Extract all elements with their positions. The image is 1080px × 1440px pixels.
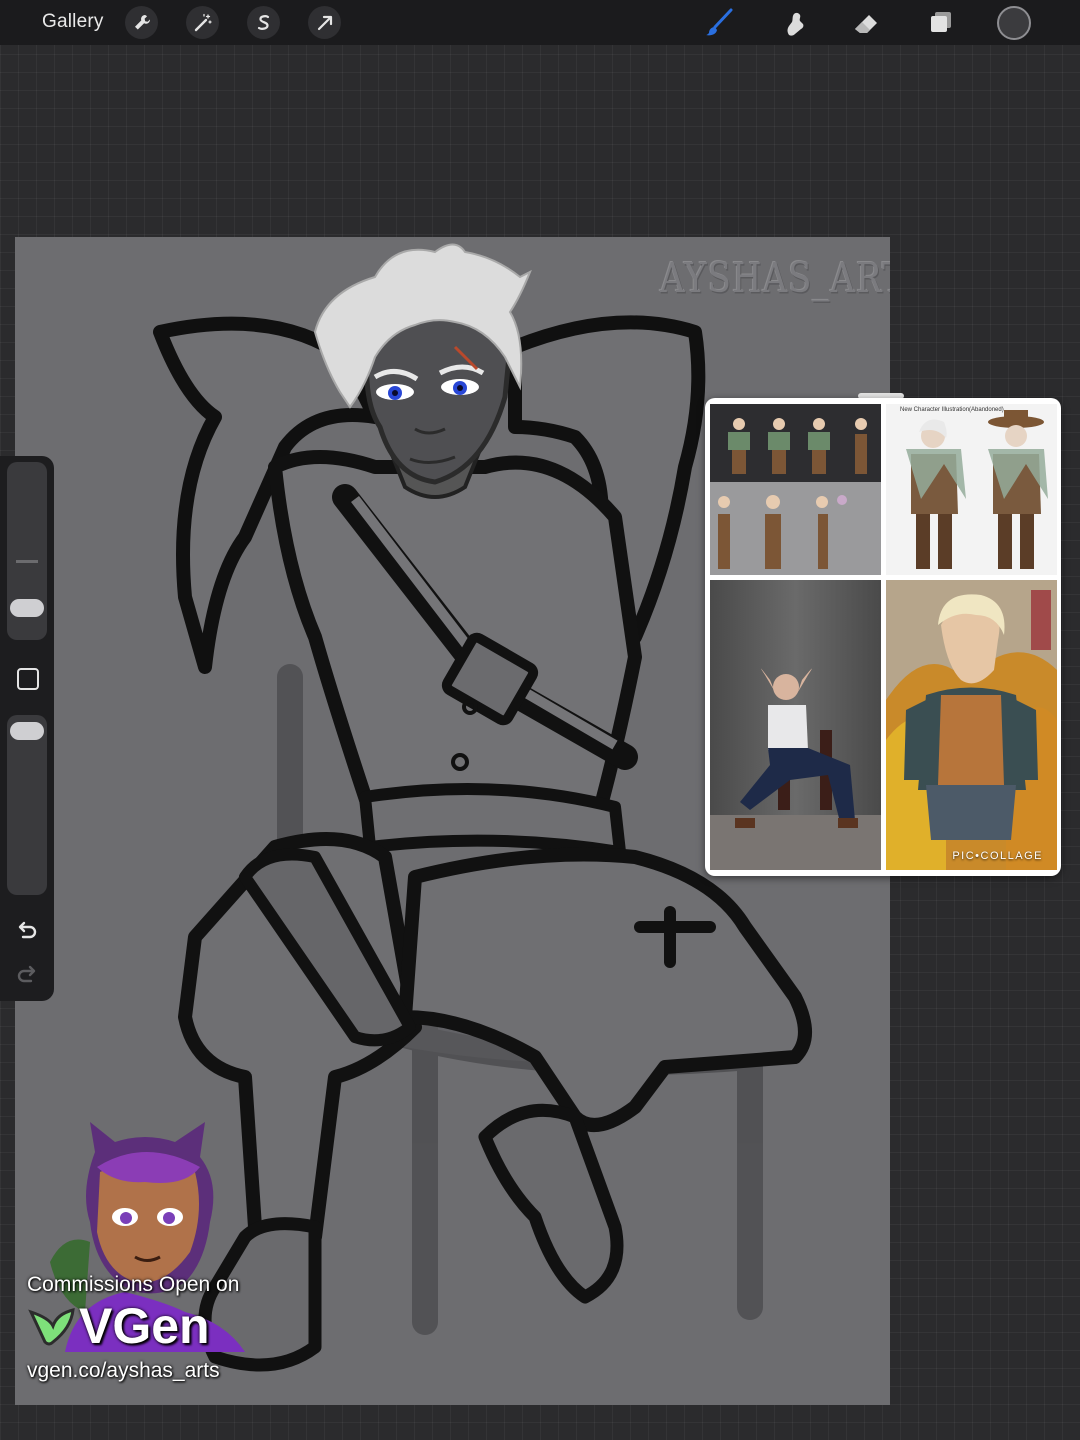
brush-size-marker: [16, 560, 38, 563]
vgen-logo: VGen: [27, 1297, 210, 1355]
wrench-icon[interactable]: [125, 6, 158, 39]
opacity-thumb[interactable]: [10, 722, 44, 740]
reference-turnaround-tile: [710, 404, 881, 575]
vgen-leaf-icon: [28, 1308, 75, 1346]
undo-icon: [18, 921, 37, 939]
layers-icon[interactable]: [924, 6, 958, 40]
gallery-button[interactable]: Gallery: [42, 11, 104, 33]
undo-button[interactable]: [14, 918, 40, 944]
reference-3d-character-tile: PIC•COLLAGE: [886, 580, 1057, 870]
modify-square-button[interactable]: [17, 668, 39, 690]
vgen-url[interactable]: vgen.co/ayshas_arts: [27, 1359, 220, 1383]
selection-s-icon[interactable]: [247, 6, 280, 39]
brush-icon[interactable]: [702, 6, 736, 40]
smudge-icon[interactable]: [776, 6, 810, 40]
opacity-slider[interactable]: [7, 715, 47, 895]
color-swatch[interactable]: [997, 6, 1031, 40]
commissions-text: Commissions Open on: [27, 1273, 240, 1296]
vgen-brand-text: VGen: [79, 1298, 210, 1354]
top-toolbar: Gallery: [0, 0, 1080, 45]
eraser-icon[interactable]: [850, 6, 884, 40]
reference-character-art-tile: New Character Illustration(Abandoned): [886, 404, 1057, 575]
transform-arrow-icon[interactable]: [308, 6, 341, 39]
redo-button[interactable]: [14, 962, 40, 988]
magic-wand-icon[interactable]: [186, 6, 219, 39]
pic-collage-watermark: PIC•COLLAGE: [952, 850, 1043, 862]
brush-size-thumb[interactable]: [10, 599, 44, 617]
reference-window[interactable]: New Character Illustration(Abandoned) PI…: [705, 398, 1061, 876]
reference-pose-photo-tile: [710, 580, 881, 870]
redo-icon: [17, 965, 36, 983]
